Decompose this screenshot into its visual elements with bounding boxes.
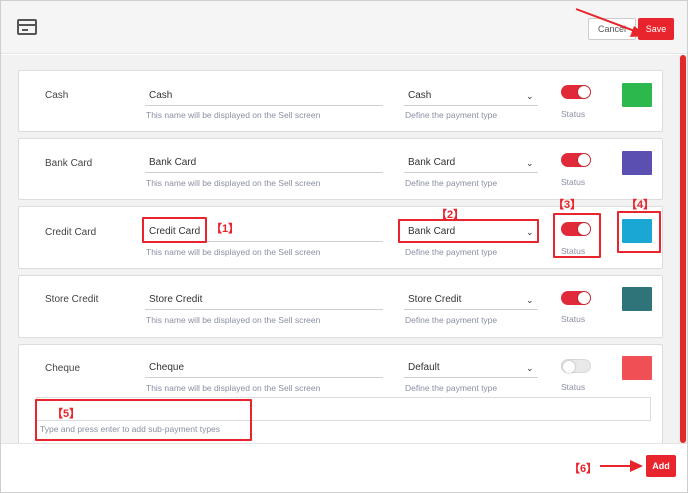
color-swatch[interactable] [622, 356, 652, 380]
status-toggle[interactable] [561, 153, 591, 167]
payment-name-input[interactable]: Cash [145, 86, 383, 106]
payment-name-hint: This name will be displayed on the Sell … [146, 178, 321, 188]
annotation-marker-5: 【5】 [52, 408, 81, 420]
payment-type-select[interactable]: Cash ⌄ [404, 86, 538, 106]
color-swatch[interactable] [622, 83, 652, 107]
status-label: Status [561, 109, 586, 119]
payment-name-hint: This name will be displayed on the Sell … [146, 383, 321, 393]
payment-row: Bank Card Bank Card This name will be di… [18, 138, 663, 200]
annotation-marker-3: 【3】 [553, 199, 582, 211]
payment-type-value: Cash [408, 90, 432, 101]
status-label: Status [561, 382, 586, 392]
payment-type-value: Default [408, 362, 440, 373]
highlight-box-type [398, 219, 539, 243]
color-swatch[interactable] [622, 287, 652, 311]
payment-type-select[interactable]: Default ⌄ [404, 358, 538, 378]
annotation-marker-4: 【4】 [626, 199, 655, 211]
payment-name-hint: This name will be displayed on the Sell … [146, 315, 321, 325]
status-label: Status [561, 177, 586, 187]
credit-card-icon [17, 19, 37, 35]
payment-name-input[interactable]: Store Credit [145, 290, 383, 310]
toggle-knob [578, 86, 590, 98]
status-toggle[interactable] [561, 359, 591, 373]
status-label: Status [561, 314, 586, 324]
payment-type-hint: Define the payment type [405, 383, 498, 393]
highlight-box-color [617, 211, 661, 253]
toggle-knob [578, 154, 590, 166]
payment-type-select[interactable]: Store Credit ⌄ [404, 290, 538, 310]
annotation-marker-6: 【6】 [569, 463, 598, 475]
payment-row-title: Bank Card [45, 158, 93, 169]
payment-type-hint: Define the payment type [405, 315, 498, 325]
color-swatch[interactable] [622, 151, 652, 175]
payment-type-hint: Define the payment type [405, 110, 498, 120]
payment-row: Store Credit Store Credit This name will… [18, 275, 663, 338]
payment-name-hint: This name will be displayed on the Sell … [146, 110, 321, 120]
toggle-knob [563, 361, 575, 373]
cancel-button[interactable]: Cancel [588, 18, 636, 40]
payment-name-input[interactable]: Cheque [145, 358, 383, 378]
chevron-down-icon: ⌄ [526, 295, 534, 305]
status-toggle[interactable] [561, 291, 591, 305]
payment-name-hint: This name will be displayed on the Sell … [146, 247, 321, 257]
toggle-knob [578, 292, 590, 304]
annotation-marker-2: 【2】 [436, 209, 465, 221]
highlight-box-name [142, 217, 207, 243]
add-button[interactable]: Add [646, 455, 676, 477]
status-toggle[interactable] [561, 85, 591, 99]
payment-type-select[interactable]: Bank Card ⌄ [404, 153, 538, 173]
scrollbar-thumb[interactable] [680, 55, 686, 443]
payment-row-title: Cheque [45, 363, 81, 374]
save-button[interactable]: Save [638, 18, 674, 40]
chevron-down-icon: ⌄ [526, 363, 534, 373]
chevron-down-icon: ⌄ [526, 91, 534, 101]
payment-row-title: Store Credit [45, 294, 99, 305]
annotation-marker-1: 【1】 [211, 223, 240, 235]
highlight-box-status [553, 213, 601, 258]
payment-type-value: Bank Card [408, 157, 456, 168]
chevron-down-icon: ⌄ [526, 158, 534, 168]
payment-type-value: Store Credit [408, 294, 462, 305]
payment-type-hint: Define the payment type [405, 178, 498, 188]
payment-row: Cash Cash This name will be displayed on… [18, 70, 663, 132]
panel-header [1, 1, 687, 54]
payment-row-title: Credit Card [45, 227, 97, 238]
payment-row-title: Cash [45, 90, 69, 101]
payment-type-hint: Define the payment type [405, 247, 498, 257]
payment-name-input[interactable]: Bank Card [145, 153, 383, 173]
